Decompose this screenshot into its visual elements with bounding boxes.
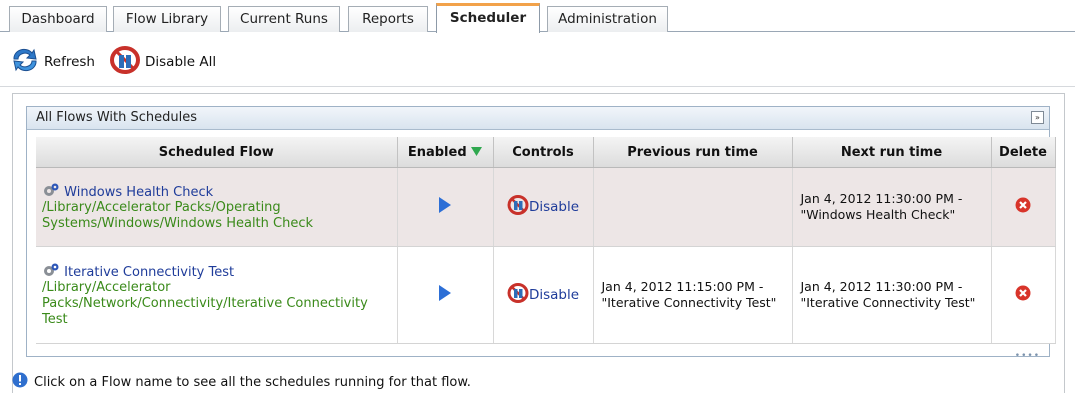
scheduled-flow-cell: Windows Health Check /Library/Accelerato… — [36, 167, 398, 247]
info-icon — [12, 372, 28, 392]
sort-arrow-icon — [471, 145, 483, 160]
refresh-label: Refresh — [44, 54, 95, 70]
tab-bar: Dashboard Flow Library Current Runs Repo… — [0, 0, 1075, 33]
header-previous-run-time[interactable]: Previous run time — [593, 137, 793, 168]
schedules-panel: All Flows With Schedules » Scheduled Flo… — [12, 93, 1065, 393]
flow-path-link[interactable]: /Library/Accelerator Packs/Operating Sys… — [42, 200, 391, 232]
hint: Click on a Flow name to see all the sche… — [12, 372, 471, 392]
previous-run-cell: Jan 4, 2012 11:15:00 PM - "Iterative Con… — [593, 246, 793, 344]
refresh-button[interactable]: Refresh — [10, 48, 95, 76]
delete-cell — [991, 167, 1056, 247]
flow-name-link[interactable]: Iterative Connectivity Test — [64, 265, 234, 280]
box-title: All Flows With Schedules — [36, 110, 197, 125]
tab-scheduler[interactable]: Scheduler — [436, 3, 540, 33]
enabled-cell — [397, 246, 494, 344]
controls-cell: Disable — [493, 167, 594, 247]
box-header: All Flows With Schedules » — [27, 107, 1049, 130]
header-delete[interactable]: Delete — [991, 137, 1056, 168]
flow-path-link[interactable]: /Library/Accelerator Packs/Network/Conne… — [42, 280, 391, 328]
collapse-button[interactable]: » — [1031, 111, 1044, 124]
header-scheduled-flow[interactable]: Scheduled Flow — [36, 137, 398, 168]
next-run-cell: Jan 4, 2012 11:30:00 PM - "Iterative Con… — [792, 246, 992, 344]
tab-current-runs[interactable]: Current Runs — [228, 6, 340, 32]
tab-flow-library[interactable]: Flow Library — [113, 6, 221, 32]
refresh-icon — [10, 47, 40, 77]
flow-gear-icon — [42, 263, 64, 280]
tab-reports[interactable]: Reports — [348, 6, 428, 32]
delete-icon[interactable] — [1015, 285, 1031, 305]
disable-label: Disable — [528, 199, 580, 215]
delete-cell — [991, 246, 1056, 344]
delete-icon[interactable] — [1015, 197, 1031, 217]
table-row: Windows Health Check /Library/Accelerato… — [36, 167, 1056, 247]
next-run-cell: Jan 4, 2012 11:30:00 PM - "Windows Healt… — [792, 167, 992, 247]
disable-button[interactable]: Disable — [507, 195, 579, 219]
disable-button[interactable]: Disable — [507, 283, 579, 307]
disable-icon — [507, 283, 529, 307]
schedules-table: Scheduled Flow Enabled Controls Previous… — [36, 137, 1056, 344]
hint-text: Click on a Flow name to see all the sche… — [34, 374, 471, 390]
disable-all-icon — [109, 46, 141, 78]
tab-administration[interactable]: Administration — [547, 6, 668, 32]
play-icon[interactable] — [438, 285, 452, 305]
header-next-run-time[interactable]: Next run time — [792, 137, 992, 168]
header-controls[interactable]: Controls — [493, 137, 594, 168]
header-enabled[interactable]: Enabled — [397, 137, 494, 168]
disable-label: Disable — [528, 287, 580, 303]
previous-run-cell — [593, 167, 793, 247]
table-row: Iterative Connectivity Test /Library/Acc… — [36, 246, 1056, 344]
disable-all-button[interactable]: Disable All — [109, 46, 217, 78]
controls-cell: Disable — [493, 246, 594, 344]
enabled-cell — [397, 167, 494, 247]
resize-grip-icon[interactable]: •••• — [1015, 351, 1040, 361]
scheduled-flow-cell: Iterative Connectivity Test /Library/Acc… — [36, 246, 398, 344]
play-icon[interactable] — [438, 197, 452, 217]
disable-all-label: Disable All — [145, 54, 217, 70]
tab-dashboard[interactable]: Dashboard — [9, 6, 107, 32]
table-header-row: Scheduled Flow Enabled Controls Previous… — [36, 137, 1056, 168]
flows-with-schedules-box: All Flows With Schedules » Scheduled Flo… — [26, 106, 1056, 357]
disable-icon — [507, 195, 529, 219]
flow-name-link[interactable]: Windows Health Check — [64, 185, 213, 200]
flow-gear-icon — [42, 183, 64, 200]
toolbar: Refresh Disable All — [0, 34, 1075, 87]
